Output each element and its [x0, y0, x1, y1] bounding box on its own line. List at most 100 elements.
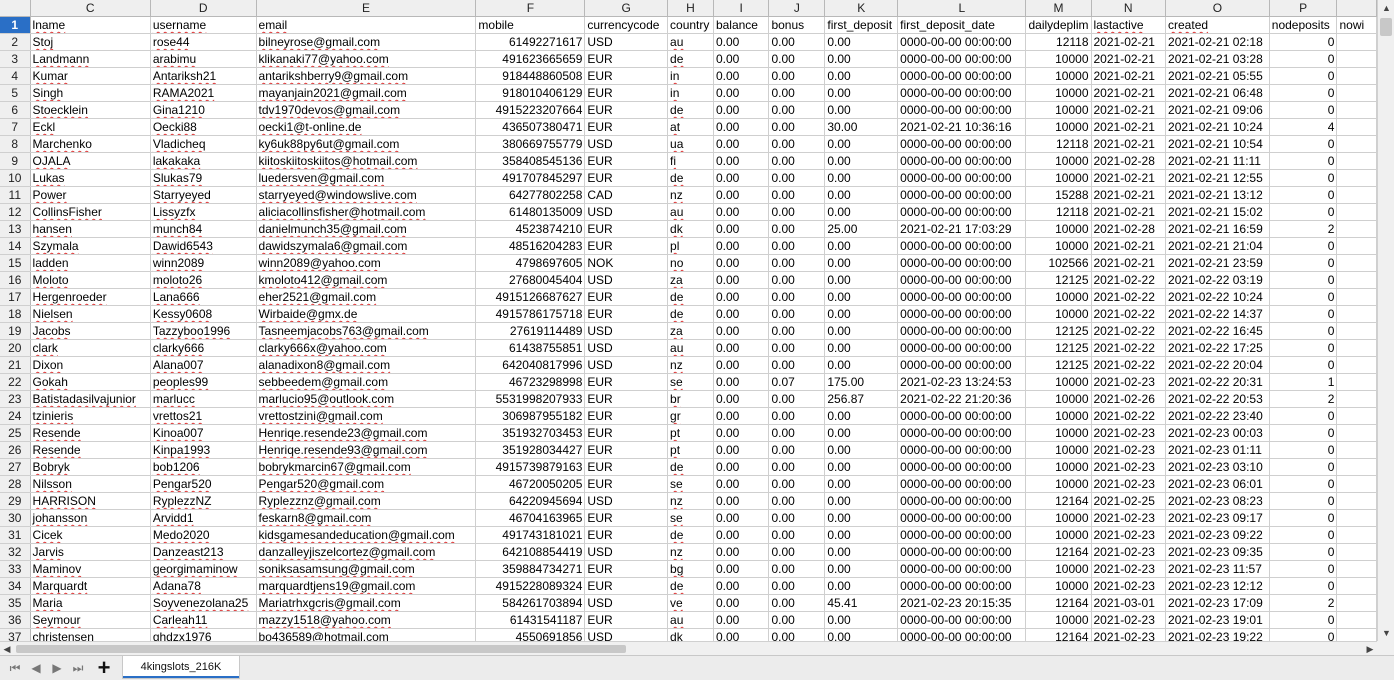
cell[interactable]: br: [667, 390, 714, 408]
cell[interactable]: sebbeedem@gmail.com: [256, 373, 477, 391]
cell[interactable]: 2021-02-21: [1091, 203, 1167, 221]
cell[interactable]: [1336, 373, 1377, 391]
column-header[interactable]: J: [768, 0, 826, 17]
cell[interactable]: Soyvenezolana25: [150, 594, 257, 612]
cell[interactable]: 0: [1269, 186, 1338, 204]
cell[interactable]: Dawid6543: [150, 237, 257, 255]
cell[interactable]: Eckl: [30, 118, 151, 136]
vertical-scrollbar[interactable]: ▲ ▼: [1377, 0, 1394, 641]
cell[interactable]: 10000: [1025, 50, 1092, 68]
cell[interactable]: 27680045404: [475, 271, 586, 289]
cell[interactable]: USD: [584, 271, 669, 289]
cell[interactable]: 0000-00-00 00:00:00: [897, 237, 1027, 255]
cell[interactable]: Stoj: [30, 33, 151, 51]
cell[interactable]: oecki1@t-online.de: [256, 118, 477, 136]
cell[interactable]: 0.00: [824, 492, 899, 510]
row-header[interactable]: 2: [0, 33, 31, 51]
cell[interactable]: 0.00: [824, 152, 899, 170]
cell[interactable]: EUR: [584, 509, 669, 527]
cell[interactable]: clark: [30, 339, 151, 357]
cell[interactable]: 0000-00-00 00:00:00: [897, 611, 1027, 629]
cell[interactable]: 4: [1269, 118, 1338, 136]
cell[interactable]: 2021-02-21 23:59: [1165, 254, 1270, 272]
cell[interactable]: 10000: [1025, 509, 1092, 527]
cell[interactable]: 0.00: [824, 254, 899, 272]
cell[interactable]: Starryeyed: [150, 186, 257, 204]
cell[interactable]: 2021-02-22: [1091, 288, 1167, 306]
cell[interactable]: georgimaminow: [150, 560, 257, 578]
cell[interactable]: 0: [1269, 169, 1338, 187]
cell[interactable]: nz: [667, 543, 714, 561]
cell[interactable]: 0.00: [824, 305, 899, 323]
cell[interactable]: USD: [584, 203, 669, 221]
cell[interactable]: pt: [667, 424, 714, 442]
cell[interactable]: 0.00: [824, 33, 899, 51]
row-header[interactable]: 22: [0, 373, 31, 391]
cell[interactable]: 0.00: [713, 492, 770, 510]
cell[interactable]: de: [667, 526, 714, 544]
cell[interactable]: 2021-02-28: [1091, 220, 1167, 238]
cell[interactable]: 306987955182: [475, 407, 586, 425]
cell[interactable]: clarky666: [150, 339, 257, 357]
cell[interactable]: clarky666x@yahoo.com: [256, 339, 477, 357]
cell[interactable]: 2021-02-23: [1091, 509, 1167, 527]
cell[interactable]: 0.00: [713, 118, 770, 136]
cell[interactable]: 380669755779: [475, 135, 586, 153]
column-header[interactable]: P: [1269, 0, 1338, 17]
cell[interactable]: 0000-00-00 00:00:00: [897, 271, 1027, 289]
scroll-right-icon[interactable]: ▶: [1363, 642, 1377, 656]
cell[interactable]: 0.00: [768, 322, 826, 340]
cell[interactable]: 0.00: [768, 203, 826, 221]
cell[interactable]: kmoloto412@gmail.com: [256, 271, 477, 289]
cell[interactable]: 2021-02-21 10:36:16: [897, 118, 1027, 136]
cell[interactable]: 2021-02-26: [1091, 390, 1167, 408]
cell[interactable]: Landmann: [30, 50, 151, 68]
cell[interactable]: 2021-02-22 10:24: [1165, 288, 1270, 306]
cell[interactable]: [1336, 84, 1377, 102]
cell[interactable]: Kessy0608: [150, 305, 257, 323]
cell[interactable]: 0.00: [713, 441, 770, 459]
cell[interactable]: 0.00: [768, 101, 826, 119]
cell[interactable]: antarikshberry9@gmail.com: [256, 67, 477, 85]
cell[interactable]: ve: [667, 594, 714, 612]
cell[interactable]: munch84: [150, 220, 257, 238]
cell[interactable]: 0: [1269, 543, 1338, 561]
sheet-tab[interactable]: 4kingslots_216K: [122, 656, 240, 679]
cell[interactable]: 0000-00-00 00:00:00: [897, 33, 1027, 51]
cell[interactable]: [1336, 135, 1377, 153]
cell[interactable]: 10000: [1025, 288, 1092, 306]
cell[interactable]: de: [667, 50, 714, 68]
cell[interactable]: 0.00: [713, 560, 770, 578]
cell[interactable]: 61492271617: [475, 33, 586, 51]
cell[interactable]: vrettos21: [150, 407, 257, 425]
cell[interactable]: USD: [584, 543, 669, 561]
cell[interactable]: 0.00: [768, 577, 826, 595]
cell[interactable]: marlucio95@outlook.com: [256, 390, 477, 408]
cell[interactable]: 2021-02-23 13:24:53: [897, 373, 1027, 391]
cell[interactable]: 2021-02-22 16:45: [1165, 322, 1270, 340]
cell[interactable]: bo436589@hotmail.com: [256, 628, 477, 641]
cell[interactable]: 2021-03-01: [1091, 594, 1167, 612]
column-header[interactable]: D: [150, 0, 257, 17]
cell[interactable]: Pengar520: [150, 475, 257, 493]
cell[interactable]: 0: [1269, 271, 1338, 289]
cell[interactable]: [1336, 492, 1377, 510]
field-header-cell[interactable]: nowi: [1336, 16, 1377, 34]
row-header[interactable]: 18: [0, 305, 31, 323]
cell[interactable]: 0.00: [713, 169, 770, 187]
cell[interactable]: 2021-02-22 20:31: [1165, 373, 1270, 391]
field-header-cell[interactable]: created: [1165, 16, 1270, 34]
cell[interactable]: 2021-02-22: [1091, 305, 1167, 323]
cell[interactable]: 2021-02-23 08:23: [1165, 492, 1270, 510]
row-header[interactable]: 34: [0, 577, 31, 595]
row-header[interactable]: 4: [0, 67, 31, 85]
cell[interactable]: 0: [1269, 492, 1338, 510]
cell[interactable]: 10000: [1025, 237, 1092, 255]
cell[interactable]: 0: [1269, 237, 1338, 255]
cell[interactable]: 256.87: [824, 390, 899, 408]
cell[interactable]: 0.00: [713, 628, 770, 641]
field-header-cell[interactable]: mobile: [475, 16, 586, 34]
cell[interactable]: 10000: [1025, 441, 1092, 459]
cell[interactable]: pl: [667, 237, 714, 255]
cell[interactable]: 2: [1269, 594, 1338, 612]
